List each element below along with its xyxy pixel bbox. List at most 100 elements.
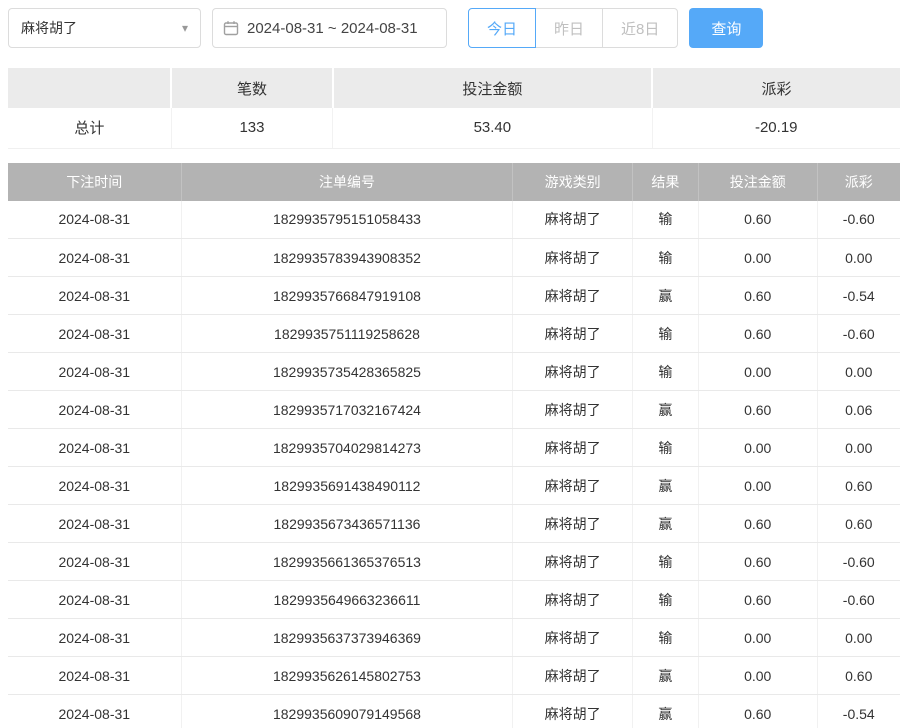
cell-id: 1829935795151058433 <box>181 201 513 239</box>
cell-amount: 0.00 <box>698 467 817 505</box>
cell-date: 2024-08-31 <box>8 619 181 657</box>
header-bet-amount: 投注金额 <box>698 163 817 201</box>
summary-header-payout: 派彩 <box>652 68 900 108</box>
last-8-days-button[interactable]: 近8日 <box>602 8 678 48</box>
cell-id: 1829935673436571136 <box>181 505 513 543</box>
date-range-input[interactable]: 2024-08-31 ~ 2024-08-31 <box>212 8 447 48</box>
cell-result: 输 <box>632 543 698 581</box>
cell-id: 1829935649663236611 <box>181 581 513 619</box>
cell-game: 麻将胡了 <box>513 657 633 695</box>
cell-payout: -0.60 <box>817 201 900 239</box>
cell-id: 1829935609079149568 <box>181 695 513 728</box>
cell-date: 2024-08-31 <box>8 353 181 391</box>
cell-result: 赢 <box>632 467 698 505</box>
cell-date: 2024-08-31 <box>8 315 181 353</box>
cell-result: 输 <box>632 619 698 657</box>
table-row: 2024-08-311829935626145802753麻将胡了赢0.000.… <box>8 657 900 695</box>
summary-table: 笔数 投注金额 派彩 总计 133 53.40 -20.19 <box>8 68 900 149</box>
cell-date: 2024-08-31 <box>8 467 181 505</box>
cell-id: 1829935661365376513 <box>181 543 513 581</box>
cell-result: 输 <box>632 429 698 467</box>
bet-table-header-row: 下注时间 注单编号 游戏类别 结果 投注金额 派彩 <box>8 163 900 201</box>
cell-amount: 0.60 <box>698 581 817 619</box>
cell-game: 麻将胡了 <box>513 581 633 619</box>
table-row: 2024-08-311829935735428365825麻将胡了输0.000.… <box>8 353 900 391</box>
cell-amount: 0.60 <box>698 201 817 239</box>
cell-payout: -0.60 <box>817 315 900 353</box>
cell-payout: -0.54 <box>817 277 900 315</box>
summary-header-row: 笔数 投注金额 派彩 <box>8 68 900 108</box>
table-row: 2024-08-311829935661365376513麻将胡了输0.60-0… <box>8 543 900 581</box>
cell-game: 麻将胡了 <box>513 543 633 581</box>
table-row: 2024-08-311829935691438490112麻将胡了赢0.000.… <box>8 467 900 505</box>
cell-date: 2024-08-31 <box>8 429 181 467</box>
cell-game: 麻将胡了 <box>513 391 633 429</box>
toolbar: 麻将胡了 ▾ 2024-08-31 ~ 2024-08-31 今日 昨日 近8日… <box>8 8 900 48</box>
cell-amount: 0.60 <box>698 315 817 353</box>
table-row: 2024-08-311829935751119258628麻将胡了输0.60-0… <box>8 315 900 353</box>
cell-id: 1829935626145802753 <box>181 657 513 695</box>
header-bet-time: 下注时间 <box>8 163 181 201</box>
today-button[interactable]: 今日 <box>468 8 536 48</box>
cell-date: 2024-08-31 <box>8 657 181 695</box>
cell-payout: 0.00 <box>817 429 900 467</box>
cell-game: 麻将胡了 <box>513 505 633 543</box>
cell-game: 麻将胡了 <box>513 201 633 239</box>
cell-amount: 0.60 <box>698 505 817 543</box>
cell-result: 输 <box>632 201 698 239</box>
cell-amount: 0.00 <box>698 619 817 657</box>
query-button[interactable]: 查询 <box>689 8 763 48</box>
table-row: 2024-08-311829935649663236611麻将胡了输0.60-0… <box>8 581 900 619</box>
cell-id: 1829935691438490112 <box>181 467 513 505</box>
cell-date: 2024-08-31 <box>8 543 181 581</box>
cell-result: 赢 <box>632 277 698 315</box>
cell-date: 2024-08-31 <box>8 277 181 315</box>
page: 麻将胡了 ▾ 2024-08-31 ~ 2024-08-31 今日 昨日 近8日… <box>0 0 908 728</box>
summary-payout-value: -20.19 <box>652 108 900 148</box>
cell-date: 2024-08-31 <box>8 391 181 429</box>
cell-amount: 0.60 <box>698 277 817 315</box>
cell-amount: 0.60 <box>698 543 817 581</box>
cell-game: 麻将胡了 <box>513 467 633 505</box>
summary-header-blank <box>8 68 171 108</box>
cell-id: 1829935704029814273 <box>181 429 513 467</box>
cell-game: 麻将胡了 <box>513 315 633 353</box>
cell-result: 赢 <box>632 695 698 728</box>
header-game-type: 游戏类别 <box>513 163 633 201</box>
header-result: 结果 <box>632 163 698 201</box>
chevron-down-icon: ▾ <box>182 21 188 35</box>
cell-amount: 0.00 <box>698 429 817 467</box>
cell-payout: 0.60 <box>817 467 900 505</box>
cell-result: 输 <box>632 239 698 277</box>
header-payout: 派彩 <box>817 163 900 201</box>
table-row: 2024-08-311829935673436571136麻将胡了赢0.600.… <box>8 505 900 543</box>
summary-total-label: 总计 <box>8 108 171 148</box>
cell-payout: -0.54 <box>817 695 900 728</box>
table-row: 2024-08-311829935704029814273麻将胡了输0.000.… <box>8 429 900 467</box>
cell-payout: 0.00 <box>817 239 900 277</box>
bet-table-body: 2024-08-311829935795151058433麻将胡了输0.60-0… <box>8 201 900 728</box>
yesterday-button[interactable]: 昨日 <box>535 8 603 48</box>
game-select-value: 麻将胡了 <box>21 18 77 38</box>
cell-id: 1829935766847919108 <box>181 277 513 315</box>
cell-result: 赢 <box>632 505 698 543</box>
cell-game: 麻将胡了 <box>513 277 633 315</box>
cell-payout: 0.00 <box>817 353 900 391</box>
header-bet-id: 注单编号 <box>181 163 513 201</box>
cell-game: 麻将胡了 <box>513 619 633 657</box>
date-range-value: 2024-08-31 ~ 2024-08-31 <box>247 20 418 37</box>
cell-amount: 0.60 <box>698 695 817 728</box>
cell-amount: 0.00 <box>698 657 817 695</box>
table-row: 2024-08-311829935609079149568麻将胡了赢0.60-0… <box>8 695 900 728</box>
cell-payout: 0.00 <box>817 619 900 657</box>
cell-result: 赢 <box>632 391 698 429</box>
cell-date: 2024-08-31 <box>8 581 181 619</box>
table-row: 2024-08-311829935795151058433麻将胡了输0.60-0… <box>8 201 900 239</box>
cell-payout: -0.60 <box>817 581 900 619</box>
calendar-icon <box>223 20 239 36</box>
bet-records-table: 下注时间 注单编号 游戏类别 结果 投注金额 派彩 2024-08-311829… <box>8 163 900 728</box>
cell-id: 1829935751119258628 <box>181 315 513 353</box>
table-row: 2024-08-311829935637373946369麻将胡了输0.000.… <box>8 619 900 657</box>
summary-header-bet-amount: 投注金额 <box>333 68 652 108</box>
game-select[interactable]: 麻将胡了 ▾ <box>8 8 201 48</box>
